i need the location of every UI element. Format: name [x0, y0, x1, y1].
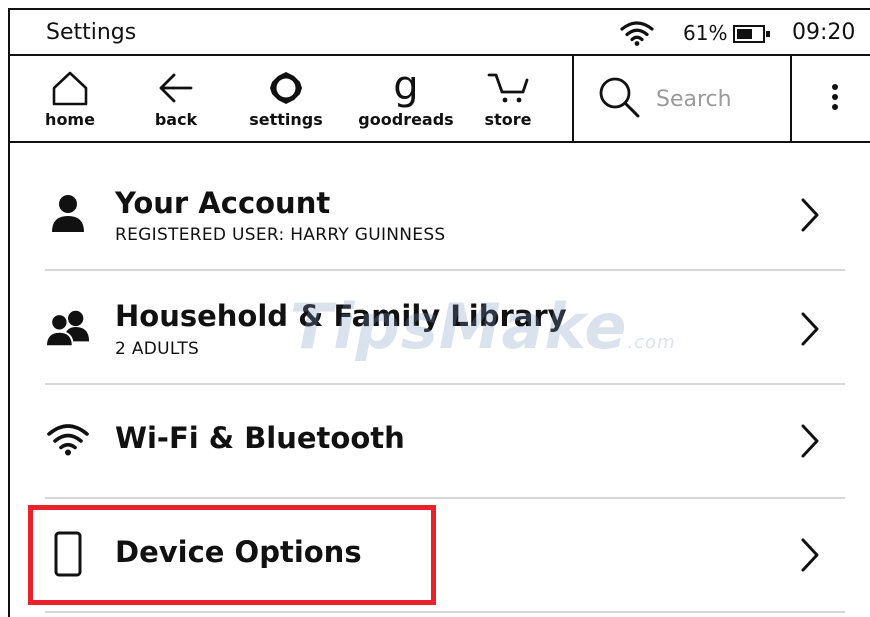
list-item-your-account[interactable]: Your Account REGISTERED USER: HARRY GUIN…	[45, 143, 845, 271]
item-title: Device Options	[115, 535, 362, 569]
battery-icon	[733, 25, 770, 43]
item-subtitle: 2 ADULTS	[115, 339, 200, 359]
status-title: Settings	[46, 20, 137, 45]
item-title: Your Account	[115, 186, 331, 220]
list-item-device-options[interactable]: Device Options	[45, 499, 845, 613]
store-label: store	[484, 110, 532, 129]
search-icon	[599, 77, 640, 118]
toolbar: home back settings g goodreads store Sea…	[10, 56, 870, 143]
battery-percent: 61%	[683, 21, 728, 45]
wifi-status-icon	[620, 21, 654, 46]
toolbar-divider	[790, 56, 792, 141]
gear-icon	[270, 72, 302, 104]
clock: 09:20	[792, 20, 856, 45]
cart-icon	[487, 73, 529, 103]
chevron-right-icon	[801, 538, 819, 572]
device-icon	[45, 531, 91, 577]
item-title: Wi-Fi & Bluetooth	[115, 421, 405, 455]
list-item-household-family-library[interactable]: Household & Family Library 2 ADULTS	[45, 271, 845, 385]
settings-label: settings	[249, 110, 323, 129]
back-button[interactable]: back	[146, 56, 206, 141]
back-label: back	[154, 110, 198, 129]
home-icon	[52, 71, 88, 106]
more-options-button[interactable]	[820, 80, 850, 120]
item-title: Household & Family Library	[115, 299, 567, 333]
search-box[interactable]	[576, 56, 792, 141]
dot-icon	[832, 94, 838, 100]
list-item-wifi-bluetooth[interactable]: Wi-Fi & Bluetooth	[45, 385, 845, 499]
goodreads-icon: g	[393, 63, 419, 109]
store-button[interactable]: store	[478, 56, 538, 141]
settings-button[interactable]: settings	[246, 56, 326, 141]
chevron-right-icon	[801, 312, 819, 346]
battery-fill	[737, 29, 752, 39]
dot-icon	[832, 104, 838, 110]
home-button[interactable]: home	[40, 56, 100, 141]
chevron-right-icon	[801, 198, 819, 232]
search-input[interactable]	[656, 84, 776, 114]
settings-list: Your Account REGISTERED USER: HARRY GUIN…	[45, 143, 845, 613]
goodreads-button[interactable]: g goodreads	[356, 56, 456, 141]
chevron-right-icon	[801, 424, 819, 458]
person-icon	[45, 191, 91, 237]
home-label: home	[45, 110, 95, 129]
toolbar-divider	[572, 56, 574, 141]
dot-icon	[832, 84, 838, 90]
status-bar: Settings 61% 09:20	[10, 10, 870, 56]
item-subtitle: REGISTERED USER: HARRY GUINNESS	[115, 225, 446, 245]
people-icon	[45, 305, 91, 351]
wifi-icon	[45, 416, 91, 462]
back-arrow-icon	[159, 73, 193, 103]
goodreads-label: goodreads	[358, 110, 454, 129]
